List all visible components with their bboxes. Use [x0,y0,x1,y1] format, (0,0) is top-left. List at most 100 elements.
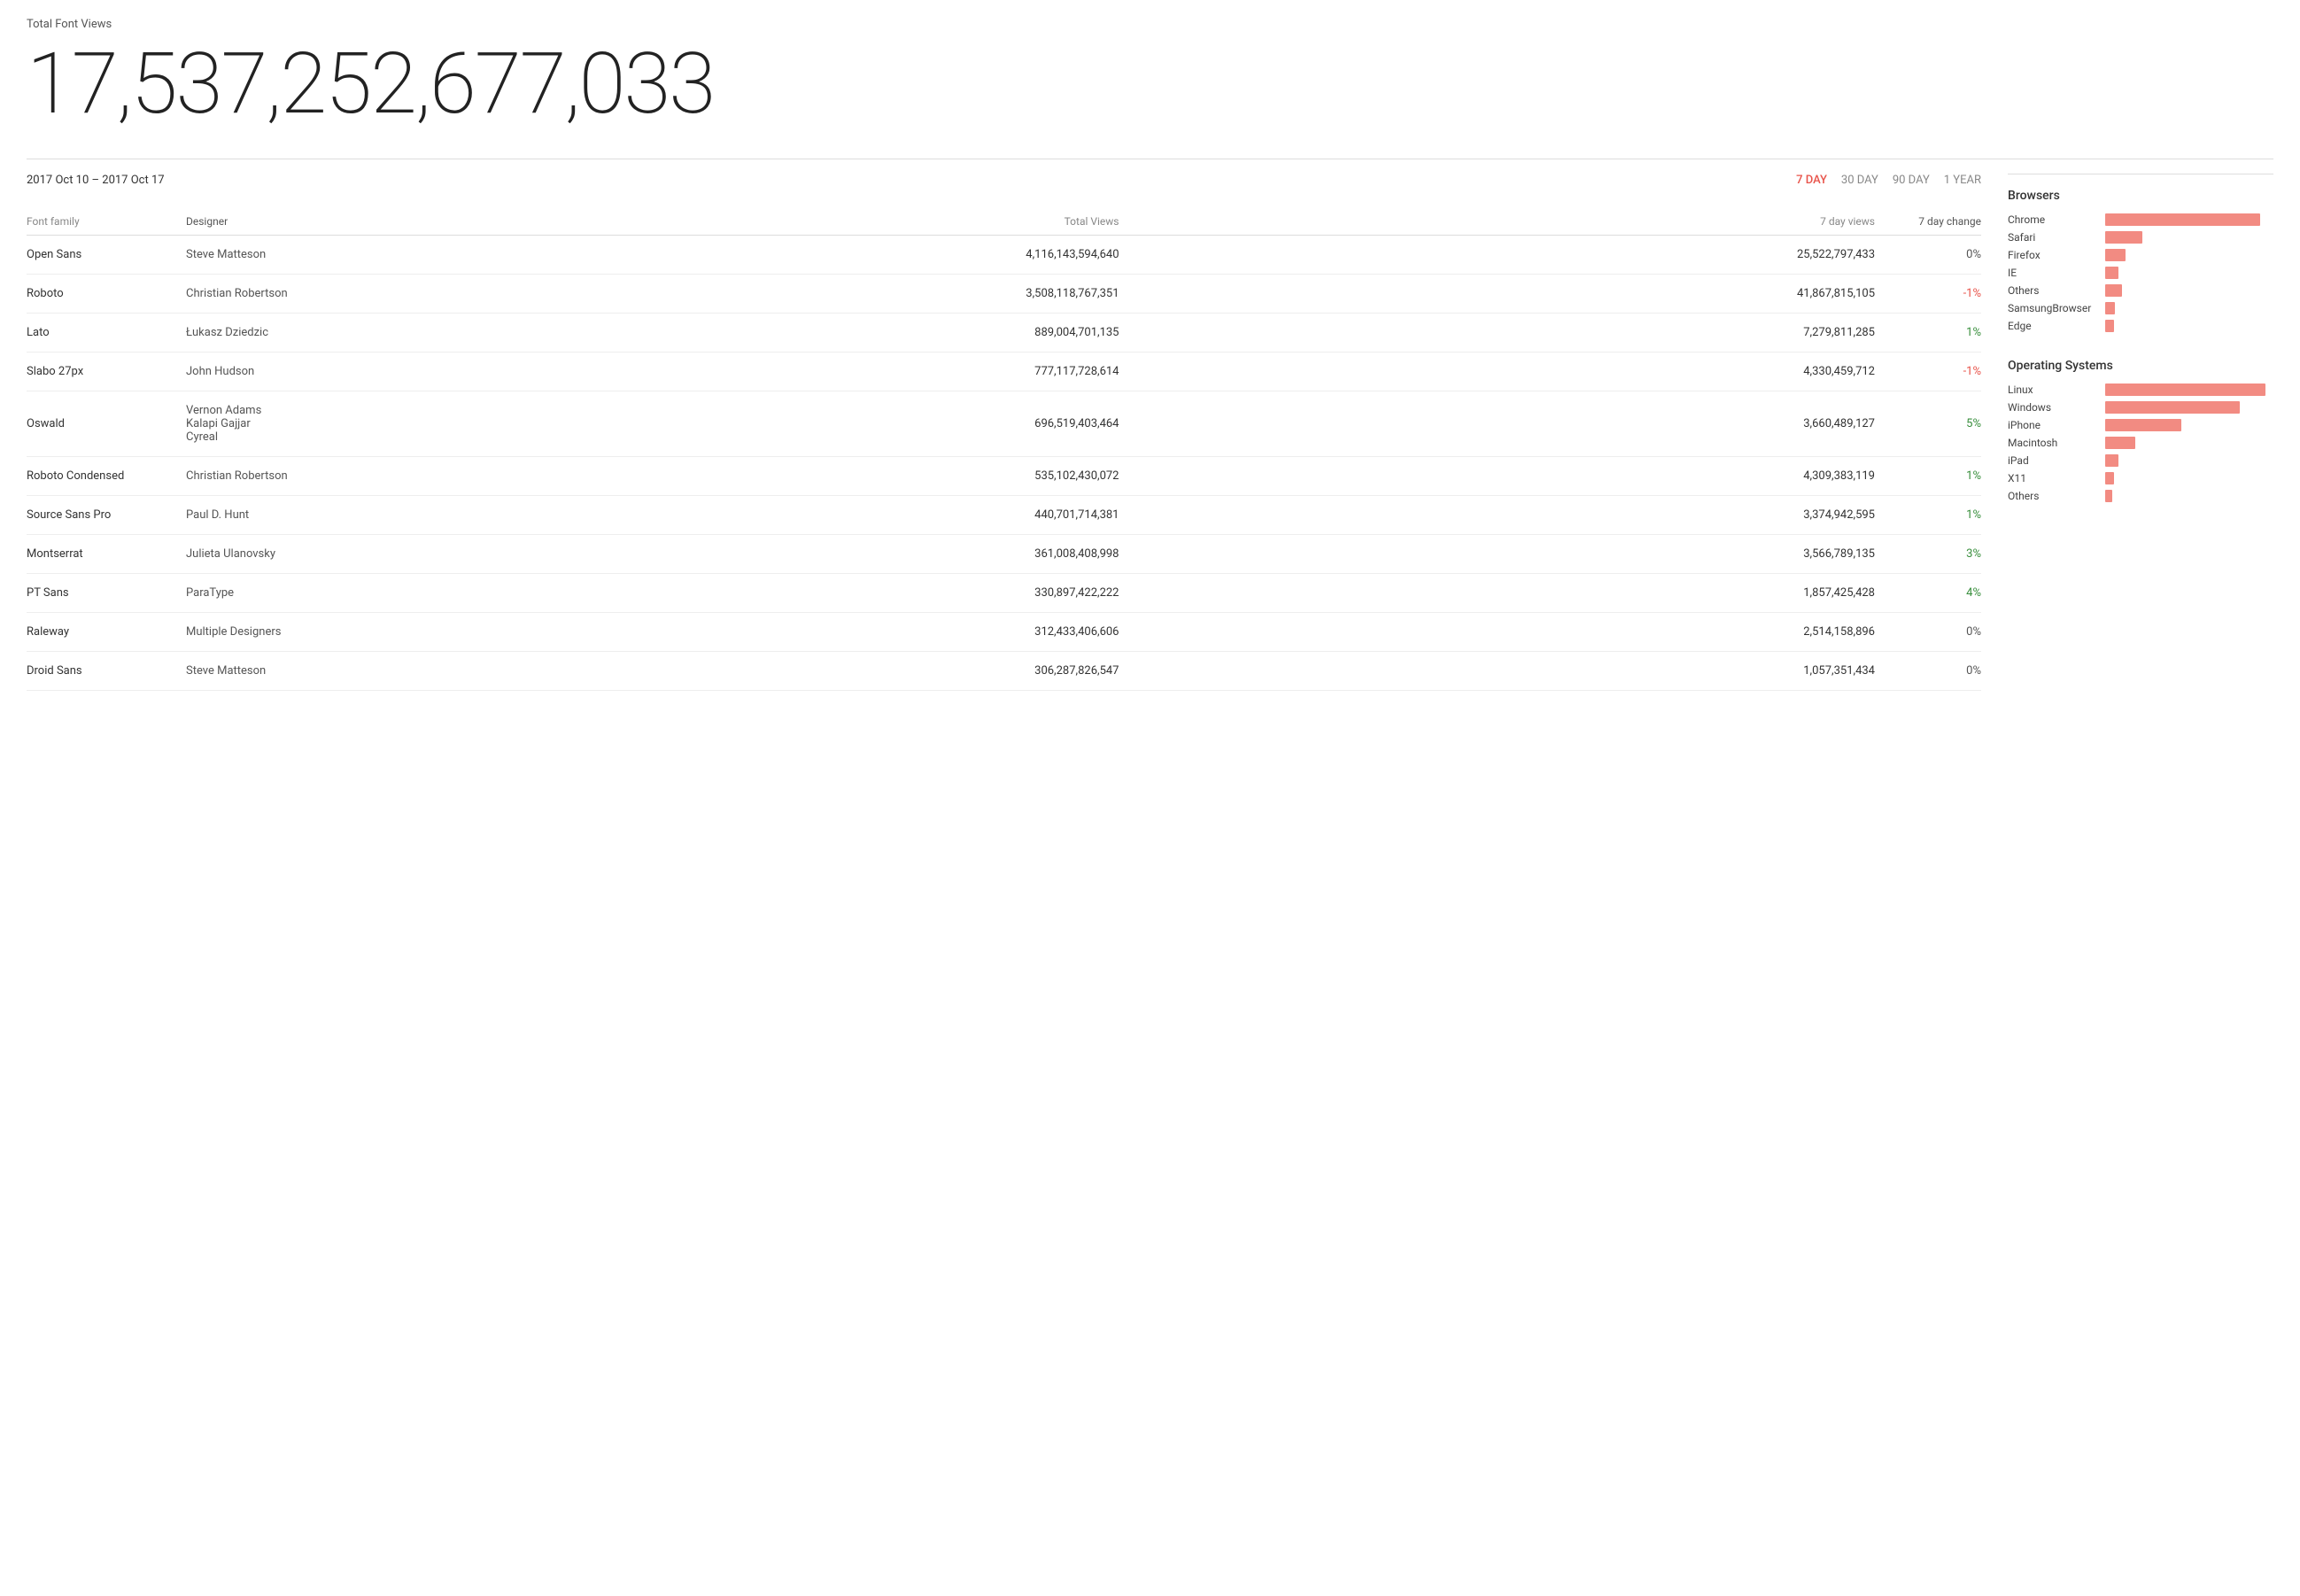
cell-total: 440,701,714,381 [381,508,1137,522]
cell-font: PT Sans [27,586,186,600]
os-bar-item: iPhone [2008,419,2273,431]
cell-font: Droid Sans [27,664,186,678]
cell-designer: John Hudson [186,365,381,378]
header-designer: Designer [186,215,381,228]
os-bar-track [2105,472,2273,484]
os-bars: Linux Windows iPhone Macintosh iPad X11 … [2008,384,2273,502]
browser-bar-track [2105,284,2273,297]
browser-bar-track [2105,213,2273,226]
os-bar-label: Macintosh [2008,437,2105,449]
os-bar-item: iPad [2008,454,2273,467]
table-row: Source Sans Pro Paul D. Hunt 440,701,714… [27,496,1981,535]
os-bar-item: Others [2008,490,2273,502]
filter-7day[interactable]: 7 DAY [1796,174,1827,187]
cell-7day: 4,330,459,712 [1137,365,1893,378]
header-7day-views: 7 day views [1137,215,1893,228]
browser-bar-fill [2105,249,2126,261]
browser-bar-label: Others [2008,284,2105,297]
browser-bar-item: IE [2008,267,2273,279]
os-title: Operating Systems [2008,359,2273,373]
os-bar-track [2105,401,2273,414]
main-layout: 2017 Oct 10 – 2017 Oct 17 7 DAY 30 DAY 9… [27,174,2273,691]
cell-7day: 41,867,815,105 [1137,287,1893,300]
filter-30day[interactable]: 30 DAY [1841,174,1878,187]
cell-total: 4,116,143,594,640 [381,248,1137,261]
browser-bar-label: Safari [2008,231,2105,244]
os-bar-fill [2105,490,2112,502]
table-row: Slabo 27px John Hudson 777,117,728,614 4… [27,353,1981,391]
browser-bar-item: Safari [2008,231,2273,244]
os-bar-item: Linux [2008,384,2273,396]
cell-change: 1% [1893,326,1981,339]
cell-designer: Vernon Adams Kalapi Gajjar Cyreal [186,404,381,444]
os-bar-label: Others [2008,490,2105,502]
table-row: Raleway Multiple Designers 312,433,406,6… [27,613,1981,652]
os-bar-fill [2105,384,2265,396]
cell-change: 1% [1893,469,1981,483]
table-row: Droid Sans Steve Matteson 306,287,826,54… [27,652,1981,691]
cell-font: Slabo 27px [27,365,186,378]
cell-total: 535,102,430,072 [381,469,1137,483]
cell-change: -1% [1893,365,1981,378]
os-bar-fill [2105,454,2118,467]
cell-change: -1% [1893,287,1981,300]
cell-total: 312,433,406,606 [381,625,1137,639]
browser-bar-label: SamsungBrowser [2008,302,2105,314]
total-label: Total Font Views [27,18,2273,31]
browser-bar-item: Chrome [2008,213,2273,226]
left-panel: 2017 Oct 10 – 2017 Oct 17 7 DAY 30 DAY 9… [27,174,1981,691]
os-bar-track [2105,437,2273,449]
os-section: Operating Systems Linux Windows iPhone M… [2008,359,2273,502]
browser-bar-track [2105,231,2273,244]
cell-font: Roboto Condensed [27,469,186,483]
browser-bar-fill [2105,284,2122,297]
browsers-title: Browsers [2008,189,2273,203]
cell-change: 5% [1893,417,1981,430]
browser-bar-label: IE [2008,267,2105,279]
cell-change: 0% [1893,248,1981,261]
cell-font: Raleway [27,625,186,639]
cell-total: 696,519,403,464 [381,417,1137,430]
header-7day-change: 7 day change [1893,215,1981,228]
cell-font: Montserrat [27,547,186,561]
table-row: Montserrat Julieta Ulanovsky 361,008,408… [27,535,1981,574]
browser-bars: Chrome Safari Firefox IE Others SamsungB… [2008,213,2273,332]
table-row: PT Sans ParaType 330,897,422,222 1,857,4… [27,574,1981,613]
browser-bar-label: Edge [2008,320,2105,332]
browser-bar-label: Chrome [2008,213,2105,226]
cell-designer: Julieta Ulanovsky [186,547,381,561]
cell-total: 3,508,118,767,351 [381,287,1137,300]
cell-designer: Christian Robertson [186,287,381,300]
table-row: Open Sans Steve Matteson 4,116,143,594,6… [27,236,1981,275]
os-bar-fill [2105,472,2114,484]
filter-90day[interactable]: 90 DAY [1893,174,1930,187]
table-row: Oswald Vernon Adams Kalapi Gajjar Cyreal… [27,391,1981,457]
filter-1year[interactable]: 1 YEAR [1944,174,1981,187]
os-bar-fill [2105,419,2181,431]
cell-designer: Christian Robertson [186,469,381,483]
cell-change: 0% [1893,664,1981,678]
date-range-row: 2017 Oct 10 – 2017 Oct 17 7 DAY 30 DAY 9… [27,174,1981,187]
cell-font: Lato [27,326,186,339]
browser-bar-fill [2105,213,2260,226]
os-bar-fill [2105,401,2240,414]
cell-font: Roboto [27,287,186,300]
cell-7day: 4,309,383,119 [1137,469,1893,483]
cell-7day: 2,514,158,896 [1137,625,1893,639]
os-bar-label: X11 [2008,472,2105,484]
browser-bar-fill [2105,231,2142,244]
browser-bar-item: Others [2008,284,2273,297]
cell-font: Oswald [27,417,186,430]
os-bar-fill [2105,437,2135,449]
cell-designer: Steve Matteson [186,248,381,261]
cell-designer: Multiple Designers [186,625,381,639]
os-bar-item: Macintosh [2008,437,2273,449]
table-row: Roboto Condensed Christian Robertson 535… [27,457,1981,496]
cell-designer: ParaType [186,586,381,600]
header-total-views: Total Views [381,215,1137,228]
cell-total: 889,004,701,135 [381,326,1137,339]
os-bar-label: iPad [2008,454,2105,467]
os-bar-label: Linux [2008,384,2105,396]
browser-bar-track [2105,302,2273,314]
time-filters: 7 DAY 30 DAY 90 DAY 1 YEAR [1796,174,1981,187]
